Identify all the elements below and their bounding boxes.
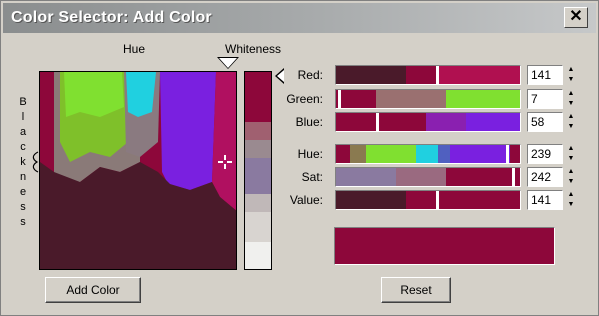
- whiteness-label: Whiteness: [225, 42, 282, 56]
- close-button[interactable]: ✕: [564, 7, 588, 28]
- spin-up-icon[interactable]: ▲: [565, 190, 577, 200]
- spin-up-icon[interactable]: ▲: [565, 89, 577, 99]
- color-selector-window: Color Selector: Add Color ✕ Hue Whitenes…: [0, 0, 599, 316]
- hue-value-label: Hue:: [297, 147, 323, 161]
- value-label: Value:: [289, 193, 323, 207]
- spin-down-icon[interactable]: ▼: [565, 75, 577, 85]
- value-spinner[interactable]: ▲ ▼: [565, 190, 577, 210]
- blackness-label: B l a c k n e s s: [19, 96, 27, 228]
- spin-up-icon[interactable]: ▲: [565, 144, 577, 154]
- green-spinner[interactable]: ▲ ▼: [565, 89, 577, 109]
- value-value-field[interactable]: 141: [527, 190, 563, 210]
- blue-value-field[interactable]: 58: [527, 112, 563, 132]
- blue-spinner[interactable]: ▲ ▼: [565, 112, 577, 132]
- red-value-field[interactable]: 141: [527, 65, 563, 85]
- sat-slider-row: Sat: 242 ▲ ▼: [281, 167, 586, 187]
- value-slider-row: Value: 141 ▲ ▼: [281, 190, 586, 210]
- add-color-button[interactable]: Add Color: [45, 277, 141, 303]
- hue-value-field[interactable]: 239: [527, 144, 563, 164]
- blue-slider-row: Blue: 58 ▲ ▼: [281, 112, 586, 132]
- current-color-swatch: [334, 227, 555, 265]
- spin-up-icon[interactable]: ▲: [565, 112, 577, 122]
- close-icon: ✕: [569, 8, 583, 25]
- red-slider[interactable]: [335, 65, 521, 85]
- sat-spinner[interactable]: ▲ ▼: [565, 167, 577, 187]
- spin-down-icon[interactable]: ▼: [565, 200, 577, 210]
- spin-up-icon[interactable]: ▲: [565, 65, 577, 75]
- hue-slider-row: Hue: 239 ▲ ▼: [281, 144, 586, 164]
- sat-value-field[interactable]: 242: [527, 167, 563, 187]
- hue-slider[interactable]: [335, 144, 521, 164]
- value-slider[interactable]: [335, 190, 521, 210]
- green-label: Green:: [286, 92, 323, 106]
- window-title: Color Selector: Add Color: [11, 9, 212, 26]
- reset-button[interactable]: Reset: [381, 277, 451, 303]
- green-value-field[interactable]: 7: [527, 89, 563, 109]
- spin-down-icon[interactable]: ▼: [565, 154, 577, 164]
- sat-label: Sat:: [301, 170, 323, 184]
- red-slider-row: Red: 141 ▲ ▼: [281, 65, 586, 85]
- crosshair-icon: [218, 155, 232, 169]
- spin-down-icon[interactable]: ▼: [565, 122, 577, 132]
- blue-label: Blue:: [295, 115, 323, 129]
- title-bar: Color Selector: Add Color ✕: [3, 3, 596, 33]
- blue-slider[interactable]: [335, 112, 521, 132]
- spin-up-icon[interactable]: ▲: [565, 167, 577, 177]
- hue-blackness-picker[interactable]: [39, 71, 237, 270]
- spin-down-icon[interactable]: ▼: [565, 99, 577, 109]
- sat-slider[interactable]: [335, 167, 521, 187]
- spin-down-icon[interactable]: ▼: [565, 177, 577, 187]
- red-label: Red:: [297, 68, 323, 82]
- hue-label: Hue: [123, 42, 146, 56]
- red-spinner[interactable]: ▲ ▼: [565, 65, 577, 85]
- whiteness-strip[interactable]: [244, 71, 272, 270]
- green-slider-row: Green: 7 ▲ ▼: [281, 89, 586, 109]
- green-slider[interactable]: [335, 89, 521, 109]
- hue-spinner[interactable]: ▲ ▼: [565, 144, 577, 164]
